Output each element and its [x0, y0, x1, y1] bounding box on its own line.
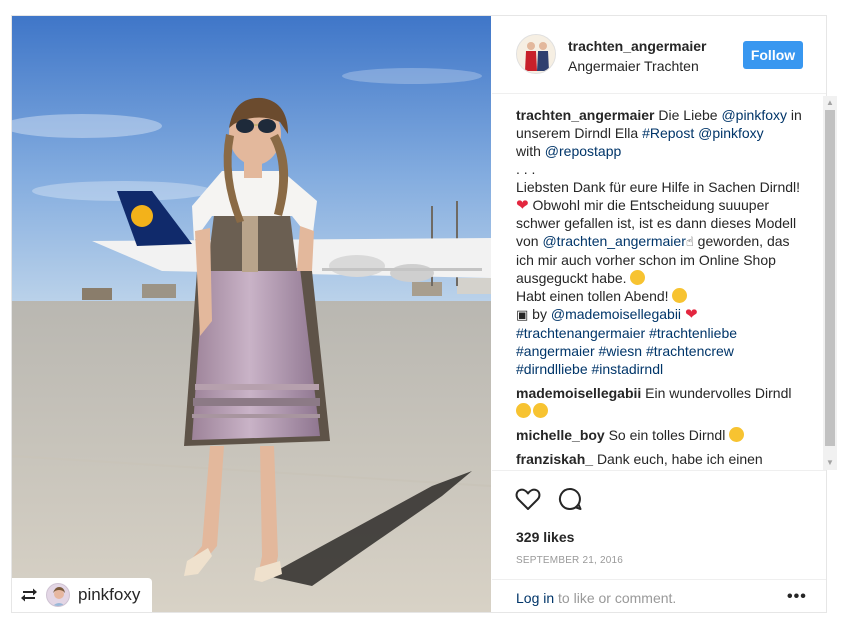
hashtag-link[interactable]: #trachtenliebe: [649, 325, 737, 341]
camera-emoji-icon: ▣: [516, 307, 529, 322]
mention-link[interactable]: @pinkfoxy: [698, 125, 764, 141]
follow-button[interactable]: Follow: [743, 41, 803, 69]
caption: trachten_angermaier Die Liebe @pinkfoxy …: [516, 106, 809, 378]
red-heart-emoji-icon: ❤: [516, 197, 529, 214]
repost-badge: pinkfoxy: [12, 578, 153, 612]
pointing-hand-emoji-icon: ☝: [685, 234, 694, 249]
caption-username[interactable]: trachten_angermaier: [516, 107, 655, 123]
heart-eyes-emoji-icon: [516, 403, 531, 418]
hashtag-link[interactable]: #dirndlliebe: [516, 361, 588, 377]
grinning-face-emoji-icon: [630, 270, 646, 285]
header-username[interactable]: trachten_angermaier: [568, 38, 707, 54]
action-icons: [514, 485, 584, 513]
repost-avatar: [46, 583, 70, 607]
caption-text: Habt einen tollen Abend!: [516, 288, 673, 304]
comment-username[interactable]: franziskah_: [516, 451, 593, 467]
hashtag-link[interactable]: #Repost: [642, 125, 694, 141]
comment-username[interactable]: mademoisellegabii: [516, 385, 641, 401]
comments-scrollbar[interactable]: ▲ ▼: [823, 96, 837, 470]
mention-link[interactable]: @repostapp: [545, 143, 621, 159]
repost-arrows-icon: [20, 586, 38, 604]
comment-item: franziskah_ Dank euch, habe ich einen: [516, 450, 809, 468]
post-actions: 329 likes SEPTEMBER 21, 2016 Log in to l…: [492, 470, 826, 612]
caption-dots: . . .: [516, 161, 536, 177]
scroll-down-arrow-icon[interactable]: ▼: [823, 456, 837, 470]
comment-text: Dank euch, habe ich einen: [596, 451, 763, 467]
photo-illustration: [12, 16, 491, 612]
scroll-thumb[interactable]: [825, 110, 835, 446]
heart-eyes-emoji-icon: [533, 403, 548, 418]
comments-list: trachten_angermaier Die Liebe @pinkfoxy …: [516, 106, 809, 470]
heart-outline-icon[interactable]: [514, 485, 542, 513]
hashtag-link[interactable]: #angermaier: [516, 343, 595, 359]
profile-avatar[interactable]: [516, 34, 556, 74]
header-full-name: Angermaier Trachten: [568, 58, 699, 74]
repost-username[interactable]: pinkfoxy: [78, 585, 140, 605]
caption-text: Die Liebe: [654, 107, 722, 123]
mention-link[interactable]: @pinkfoxy: [721, 107, 787, 123]
caption-text: with: [516, 143, 545, 159]
comment-username[interactable]: michelle_boy: [516, 427, 605, 443]
hashtag-link[interactable]: #trachtencrew: [646, 343, 734, 359]
hashtag-link[interactable]: #trachtenangermaier: [516, 325, 645, 341]
scroll-up-arrow-icon[interactable]: ▲: [823, 96, 837, 110]
login-prompt: Log in to like or comment.: [516, 590, 676, 606]
post-date: SEPTEMBER 21, 2016: [516, 555, 623, 566]
comment-bubble-icon[interactable]: [556, 485, 584, 513]
comment-text: So ein tolles Dirndl: [608, 427, 726, 443]
login-prompt-text: to like or comment.: [554, 590, 677, 606]
post-photo[interactable]: pinkfoxy: [12, 16, 491, 612]
comment-item: michelle_boy So ein tolles Dirndl: [516, 426, 809, 444]
mention-link[interactable]: @mademoisellegabii: [551, 306, 681, 322]
comment-text: Ein wundervolles Dirndl: [645, 385, 792, 401]
likes-count[interactable]: 329 likes: [516, 529, 574, 545]
hashtag-link[interactable]: #instadirndl: [592, 361, 664, 377]
heart-eyes-emoji-icon: [729, 427, 745, 442]
post-header: trachten_angermaier Angermaier Trachten …: [492, 16, 826, 94]
mention-link[interactable]: @trachten_angermaier: [542, 233, 685, 249]
hashtag-link[interactable]: #wiesn: [599, 343, 643, 359]
comment-item: mademoisellegabii Ein wundervolles Dirnd…: [516, 384, 809, 420]
post-side-panel: trachten_angermaier Angermaier Trachten …: [492, 16, 837, 612]
kissing-face-emoji-icon: [672, 288, 688, 303]
red-heart-emoji-icon: ❤: [684, 306, 698, 323]
post-card: pinkfoxy trachten_angermaier Angermaier …: [11, 15, 837, 613]
caption-text: by: [528, 306, 551, 322]
login-row: Log in to like or comment. •••: [492, 579, 826, 613]
caption-text: Liebsten Dank für eure Hilfe in Sachen D…: [516, 179, 801, 195]
more-dots-icon[interactable]: •••: [787, 588, 807, 606]
login-link[interactable]: Log in: [516, 590, 554, 606]
